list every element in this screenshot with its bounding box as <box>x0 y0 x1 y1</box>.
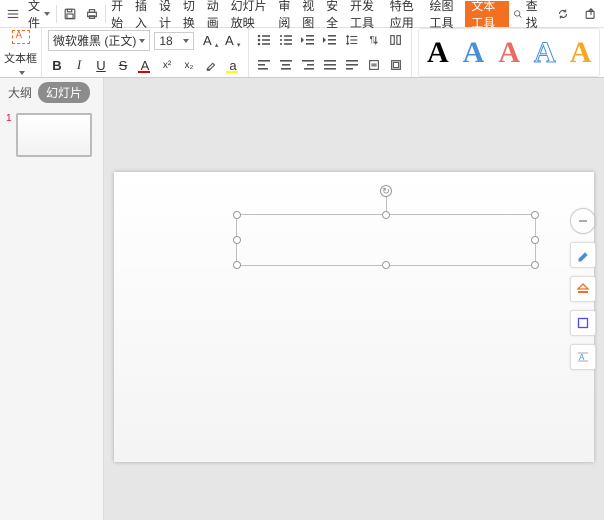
collapse-toolbar-button[interactable] <box>570 208 596 234</box>
tab-feature[interactable]: 特色应用 <box>386 1 426 27</box>
align-center-button[interactable] <box>277 56 295 74</box>
preset-style-4[interactable]: A <box>534 38 556 68</box>
resize-handle-mr[interactable] <box>531 236 539 244</box>
bold-button[interactable]: B <box>48 56 66 74</box>
indent-decrease-button[interactable] <box>299 31 317 49</box>
align-justify-button[interactable] <box>321 56 339 74</box>
resize-handle-tl[interactable] <box>233 211 241 219</box>
clear-format-button[interactable] <box>202 56 220 74</box>
top-menu-bar: 文件 开始 插入 设计 切换 动画 幻灯片放映 审阅 视图 安全 开发工具 特色… <box>0 0 604 28</box>
subscript-button[interactable]: x₂ <box>180 56 198 74</box>
tab-design[interactable]: 设计 <box>155 1 179 27</box>
share-icon[interactable] <box>580 1 602 27</box>
paragraph-section: ¶ <box>249 28 412 77</box>
chevron-down-icon <box>139 39 145 43</box>
file-menu[interactable]: 文件 <box>24 1 54 27</box>
font-color-button[interactable]: A <box>136 56 154 74</box>
resize-handle-tc[interactable] <box>382 211 390 219</box>
tab-slideshow[interactable]: 幻灯片放映 <box>227 1 275 27</box>
chevron-down-icon <box>44 12 50 16</box>
object-side-toolbar: A <box>570 208 596 370</box>
line-spacing-button[interactable] <box>343 31 361 49</box>
separator <box>56 5 57 23</box>
rotation-handle[interactable] <box>380 185 392 197</box>
superscript-button[interactable]: x² <box>158 56 176 74</box>
italic-button[interactable]: I <box>70 56 88 74</box>
resize-handle-br[interactable] <box>531 261 539 269</box>
align-right-button[interactable] <box>299 56 317 74</box>
slide-number: 1 <box>6 113 12 124</box>
preset-style-3[interactable]: A <box>498 38 520 68</box>
tab-animation[interactable]: 动画 <box>203 1 227 27</box>
vertical-align-button[interactable] <box>365 56 383 74</box>
textbox-icon <box>12 30 30 44</box>
slide-panel: 大纲 幻灯片 1 <box>0 78 104 520</box>
text-margin-button[interactable] <box>387 56 405 74</box>
resize-handle-bl[interactable] <box>233 261 241 269</box>
format-paint-button[interactable] <box>570 242 596 268</box>
tab-developer[interactable]: 开发工具 <box>346 1 386 27</box>
outline-tab[interactable]: 大纲 <box>8 84 32 101</box>
textbox-tool[interactable]: 文本框 <box>0 28 42 77</box>
text-direction-button[interactable]: ¶ <box>365 31 383 49</box>
separator <box>105 5 106 23</box>
resize-handle-bc[interactable] <box>382 261 390 269</box>
main-area: 大纲 幻灯片 1 <box>0 78 604 520</box>
chevron-down-icon <box>183 39 189 43</box>
underline-button[interactable]: U <box>92 56 110 74</box>
menu-toggle-icon[interactable] <box>2 1 24 27</box>
chevron-down-icon <box>19 71 25 75</box>
number-list-button[interactable] <box>277 31 295 49</box>
tab-insert[interactable]: 插入 <box>131 1 155 27</box>
tab-security[interactable]: 安全 <box>322 1 346 27</box>
resize-handle-tr[interactable] <box>531 211 539 219</box>
save-icon[interactable] <box>59 1 81 27</box>
preset-style-2[interactable]: A <box>463 38 485 68</box>
tab-transition[interactable]: 切换 <box>179 1 203 27</box>
sync-icon[interactable] <box>552 1 574 27</box>
font-size-value: 18 <box>159 34 172 48</box>
preset-style-1[interactable]: A <box>427 38 449 68</box>
slide[interactable] <box>114 172 594 462</box>
text-style-presets: A A A A A <box>418 28 600 77</box>
slide-panel-tabs: 大纲 幻灯片 <box>0 78 103 107</box>
highlight-button[interactable]: a <box>224 56 242 74</box>
tab-start[interactable]: 开始 <box>107 1 131 27</box>
tab-review[interactable]: 审阅 <box>274 1 298 27</box>
ribbon: 文本框 微软雅黑 (正文) 18 B I U S A x² x₂ <box>0 28 604 78</box>
top-bar-right: 查找 <box>509 1 602 27</box>
file-menu-label: 文件 <box>28 0 41 31</box>
font-section: 微软雅黑 (正文) 18 B I U S A x² x₂ a <box>42 28 249 77</box>
print-icon[interactable] <box>81 1 103 27</box>
indent-increase-button[interactable] <box>321 31 339 49</box>
svg-text:¶: ¶ <box>370 35 375 45</box>
selected-textbox[interactable] <box>236 214 536 266</box>
align-distribute-button[interactable] <box>343 56 361 74</box>
shape-outline-button[interactable] <box>570 310 596 336</box>
strikethrough-button[interactable]: S <box>114 56 132 74</box>
font-shrink-button[interactable] <box>220 32 238 50</box>
tab-text-tools[interactable]: 文本工具 <box>465 1 509 27</box>
tab-view[interactable]: 视图 <box>298 1 322 27</box>
columns-button[interactable] <box>387 31 405 49</box>
align-left-button[interactable] <box>255 56 273 74</box>
slide-thumbnail[interactable] <box>16 113 92 157</box>
preset-style-5[interactable]: A <box>570 38 592 68</box>
text-effects-button[interactable]: A <box>570 344 596 370</box>
tab-drawing[interactable]: 绘图工具 <box>426 1 466 27</box>
textbox-label: 文本框 <box>4 50 37 66</box>
slides-tab[interactable]: 幻灯片 <box>38 82 90 103</box>
font-size-select[interactable]: 18 <box>154 32 194 50</box>
font-name-select[interactable]: 微软雅黑 (正文) <box>48 30 150 51</box>
slide-thumbnail-row[interactable]: 1 <box>0 107 103 163</box>
resize-handle-ml[interactable] <box>233 236 241 244</box>
shape-fill-button[interactable] <box>570 276 596 302</box>
bullet-list-button[interactable] <box>255 31 273 49</box>
search-button[interactable]: 查找 <box>509 1 546 27</box>
slide-canvas[interactable]: A <box>104 78 604 520</box>
search-label: 查找 <box>526 0 542 31</box>
font-name-value: 微软雅黑 (正文) <box>53 32 136 49</box>
font-grow-button[interactable] <box>198 32 216 50</box>
